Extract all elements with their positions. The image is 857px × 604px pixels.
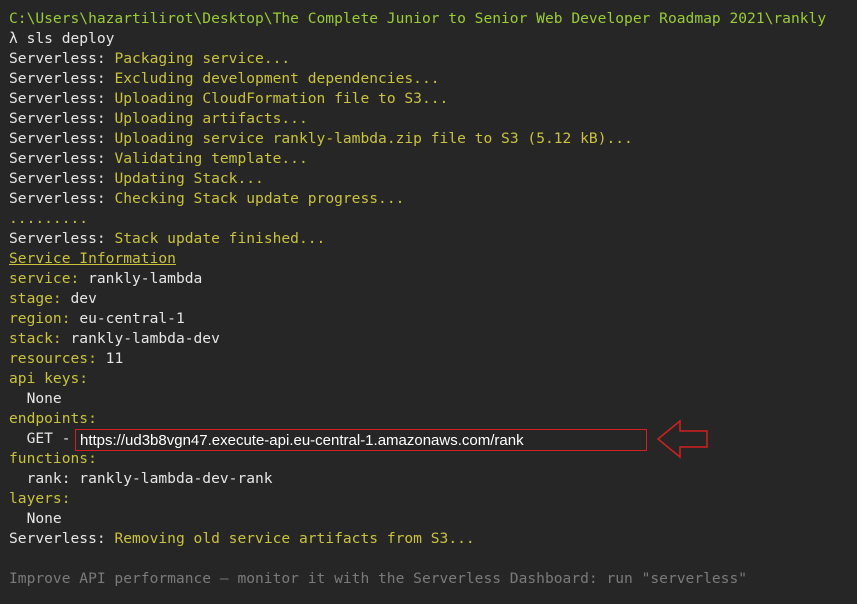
- info-value: 11: [105, 350, 124, 367]
- log-message: Uploading service rankly-lambda.zip file…: [114, 130, 633, 147]
- function-row: rank: rankly-lambda-dev-rank: [9, 469, 855, 489]
- log-message: Excluding development dependencies...: [114, 70, 440, 87]
- log-prefix: Serverless:: [9, 90, 106, 107]
- log-line: Serverless: Updating Stack...: [9, 169, 855, 189]
- info-label: region:: [9, 310, 71, 327]
- log-line: Serverless: Packaging service...: [9, 49, 855, 69]
- log-message: Updating Stack...: [114, 170, 264, 187]
- log-prefix: Serverless:: [9, 50, 106, 67]
- info-row-stack: stack: rankly-lambda-dev: [9, 329, 855, 349]
- endpoint-url[interactable]: https://ud3b8vgn47.execute-api.eu-centra…: [80, 431, 524, 451]
- info-label-api-keys: api keys:: [9, 370, 89, 387]
- layers-value: None: [26, 510, 62, 527]
- log-message: Validating template...: [114, 150, 308, 167]
- info-value-layers: None: [9, 509, 855, 529]
- log-prefix: Serverless:: [9, 190, 106, 207]
- log-prefix: Serverless:: [9, 130, 106, 147]
- info-row-service: service: rankly-lambda: [9, 269, 855, 289]
- function-entry: rank: rankly-lambda-dev-rank: [26, 470, 273, 487]
- log-message: Uploading CloudFormation file to S3...: [114, 90, 449, 107]
- info-label-layers: layers:: [9, 490, 71, 507]
- prompt-command: sls deploy: [26, 30, 115, 47]
- log-message: Packaging service...: [114, 50, 291, 67]
- terminal-output[interactable]: C:\Users\hazartilirot\Desktop\The Comple…: [9, 9, 855, 589]
- log-prefix: Serverless:: [9, 170, 106, 187]
- info-value: rankly-lambda: [88, 270, 203, 287]
- log-line: Serverless: Checking Stack update progre…: [9, 189, 855, 209]
- log-prefix: Serverless:: [9, 530, 106, 547]
- log-prefix: Serverless:: [9, 150, 106, 167]
- log-prefix: Serverless:: [9, 70, 106, 87]
- info-value: eu-central-1: [79, 310, 185, 327]
- service-info-heading: Service Information: [9, 250, 176, 267]
- log-line: Serverless: Uploading service rankly-lam…: [9, 129, 855, 149]
- endpoint-method: GET -: [26, 430, 71, 447]
- log-line: Serverless: Validating template...: [9, 149, 855, 169]
- api-keys-value: None: [26, 390, 62, 407]
- log-line: Serverless: Stack update finished...: [9, 229, 855, 249]
- dashboard-hint: Improve API performance – monitor it wit…: [9, 570, 748, 587]
- info-label: stack:: [9, 330, 62, 347]
- progress-dots: .........: [9, 210, 89, 227]
- log-prefix: Serverless:: [9, 230, 106, 247]
- log-message: Uploading artifacts...: [114, 110, 308, 127]
- info-row-region: region: eu-central-1: [9, 309, 855, 329]
- log-message: Removing old service artifacts from S3..…: [114, 530, 475, 547]
- info-value: rankly-lambda-dev: [70, 330, 220, 347]
- log-line: Serverless: Excluding development depend…: [9, 69, 855, 89]
- info-row-stage: stage: dev: [9, 289, 855, 309]
- prompt-command-line: λ sls deploy: [9, 29, 855, 49]
- left-arrow-outline-icon: [656, 419, 708, 459]
- log-line: Serverless: Uploading CloudFormation fil…: [9, 89, 855, 109]
- prompt-symbol: λ: [9, 30, 18, 47]
- info-value: dev: [70, 290, 97, 307]
- log-line: Serverless: Uploading artifacts...: [9, 109, 855, 129]
- log-prefix: Serverless:: [9, 110, 106, 127]
- log-message: Stack update finished...: [114, 230, 326, 247]
- log-line: Serverless: Removing old service artifac…: [9, 529, 855, 549]
- info-label-endpoints: endpoints:: [9, 410, 97, 427]
- prompt-path: C:\Users\hazartilirot\Desktop\The Comple…: [9, 10, 827, 27]
- info-label: resources:: [9, 350, 97, 367]
- log-message: Checking Stack update progress...: [114, 190, 405, 207]
- info-label: stage:: [9, 290, 62, 307]
- info-label: service:: [9, 270, 80, 287]
- info-label-functions: functions:: [9, 450, 97, 467]
- info-row-resources: resources: 11: [9, 349, 855, 369]
- info-value-api-keys: None: [9, 389, 855, 409]
